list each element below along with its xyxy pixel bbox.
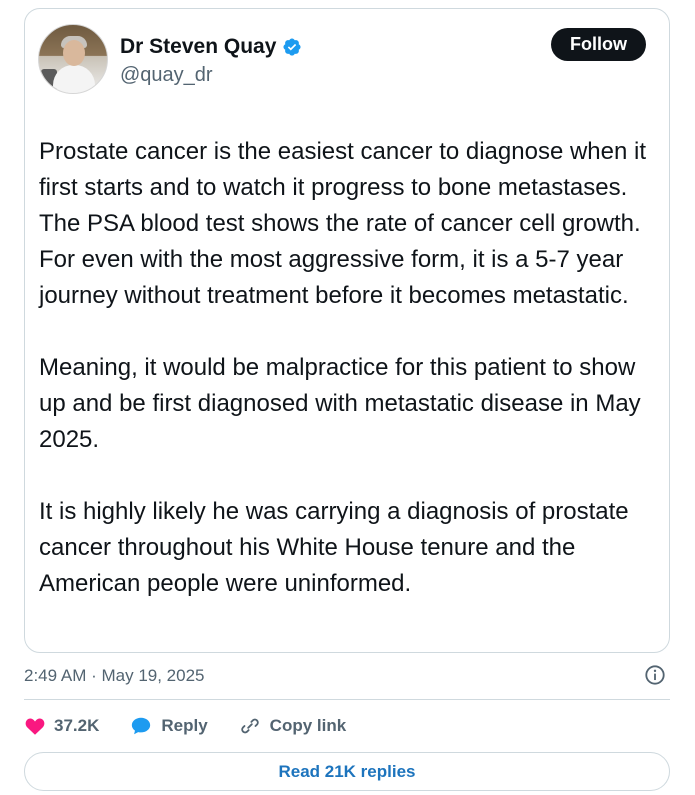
reply-button[interactable]: Reply (129, 714, 208, 738)
tweet-paragraph: It is highly likely he was carrying a di… (39, 498, 629, 597)
follow-button[interactable]: Follow (551, 28, 646, 61)
copy-link-button[interactable]: Copy link (238, 714, 347, 738)
reply-bubble-icon (129, 715, 153, 737)
avatar-face (63, 40, 85, 66)
avatar[interactable] (38, 24, 108, 94)
reply-label: Reply (161, 716, 208, 735)
divider (24, 699, 670, 700)
author-handle[interactable]: @quay_dr (120, 63, 213, 87)
action-bar: 37.2K Reply Copy link (24, 714, 376, 738)
like-count: 37.2K (54, 716, 100, 735)
tweet-card: Dr Steven Quay @quay_dr Follow Prostate … (24, 8, 670, 653)
tweet-timestamp[interactable]: 2:49 AM · May 19, 2025 (24, 665, 205, 687)
tweet-text: Prostate cancer is the easiest cancer to… (39, 134, 659, 602)
info-icon[interactable] (644, 664, 666, 686)
like-button[interactable]: 37.2K (24, 714, 99, 738)
heart-icon (24, 715, 46, 737)
verified-badge-icon[interactable] (282, 37, 302, 57)
author-name-row[interactable]: Dr Steven Quay (120, 34, 302, 60)
author-name[interactable]: Dr Steven Quay (120, 34, 276, 60)
avatar-coat (53, 65, 95, 93)
link-icon (238, 715, 262, 737)
copy-link-label: Copy link (269, 716, 347, 735)
tweet-paragraph: Prostate cancer is the easiest cancer to… (39, 138, 647, 309)
tweet-paragraph: Meaning, it would be malpractice for thi… (39, 354, 641, 453)
read-replies-button[interactable]: Read 21K replies (24, 752, 670, 791)
